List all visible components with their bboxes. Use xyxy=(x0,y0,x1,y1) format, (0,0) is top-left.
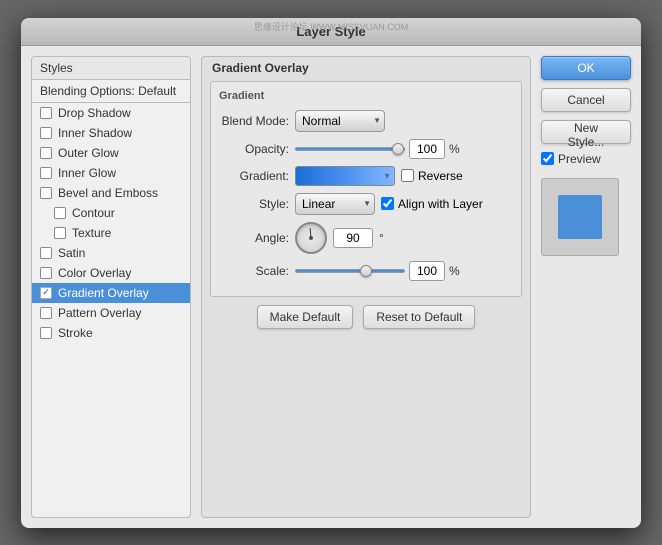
title-bar: 思缘设计论坛 WWW.MISSVUAN.COM Layer Style xyxy=(21,18,641,46)
sidebar-item-satin[interactable]: Satin xyxy=(32,243,190,263)
scale-slider-container: % xyxy=(295,261,460,281)
contour-checkbox[interactable] xyxy=(54,207,66,219)
angle-label: Angle: xyxy=(219,231,289,245)
sidebar-item-inner-glow[interactable]: Inner Glow xyxy=(32,163,190,183)
gradient-row: Gradient: Reverse xyxy=(219,166,513,186)
angle-dial[interactable] xyxy=(295,222,327,254)
blending-options-item[interactable]: Blending Options: Default xyxy=(32,80,190,103)
subsection-title: Gradient xyxy=(219,90,513,102)
preview-box xyxy=(541,178,619,256)
sidebar-item-texture[interactable]: Texture xyxy=(32,223,190,243)
window-body: Styles Blending Options: Default Drop Sh… xyxy=(21,46,641,528)
satin-label: Satin xyxy=(58,246,85,260)
blend-mode-select[interactable]: Normal Dissolve Multiply Screen Overlay xyxy=(295,110,385,132)
reverse-label: Reverse xyxy=(418,169,463,183)
pattern-overlay-checkbox[interactable] xyxy=(40,307,52,319)
sidebar-item-stroke[interactable]: Stroke xyxy=(32,323,190,343)
preview-swatch xyxy=(558,195,602,239)
opacity-slider[interactable] xyxy=(295,147,405,151)
stroke-label: Stroke xyxy=(58,326,93,340)
bottom-buttons-row: Make Default Reset to Default xyxy=(202,305,530,329)
ok-button[interactable]: OK xyxy=(541,56,631,80)
preview-checkbox[interactable] xyxy=(541,152,554,165)
gradient-overlay-section: Gradient Overlay Gradient Blend Mode: No… xyxy=(201,56,531,518)
style-select-wrapper: Linear Radial Angle Reflected Diamond xyxy=(295,193,375,215)
bevel-emboss-label: Bevel and Emboss xyxy=(58,186,158,200)
styles-header: Styles xyxy=(32,57,190,80)
style-select[interactable]: Linear Radial Angle Reflected Diamond xyxy=(295,193,375,215)
angle-value-input[interactable] xyxy=(333,228,373,248)
opacity-row: Opacity: % xyxy=(219,139,513,159)
preview-text: Preview xyxy=(558,152,601,166)
sidebar-item-inner-shadow[interactable]: Inner Shadow xyxy=(32,123,190,143)
opacity-label: Opacity: xyxy=(219,142,289,156)
blend-mode-select-wrapper: Normal Dissolve Multiply Screen Overlay xyxy=(295,110,385,132)
angle-needle xyxy=(310,227,312,237)
inner-glow-checkbox[interactable] xyxy=(40,167,52,179)
sidebar-item-pattern-overlay[interactable]: Pattern Overlay xyxy=(32,303,190,323)
scale-unit: % xyxy=(449,264,460,278)
align-with-layer-checkbox[interactable] xyxy=(381,197,394,210)
stroke-checkbox[interactable] xyxy=(40,327,52,339)
outer-glow-label: Outer Glow xyxy=(58,146,119,160)
scale-row: Scale: % xyxy=(219,261,513,281)
blend-mode-label: Blend Mode: xyxy=(219,114,289,128)
sidebar-item-outer-glow[interactable]: Outer Glow xyxy=(32,143,190,163)
drop-shadow-checkbox[interactable] xyxy=(40,107,52,119)
align-label: Align with Layer xyxy=(398,197,483,211)
gradient-picker[interactable] xyxy=(295,166,395,186)
angle-unit: ° xyxy=(379,231,384,245)
sidebar-item-color-overlay[interactable]: Color Overlay xyxy=(32,263,190,283)
outer-glow-checkbox[interactable] xyxy=(40,147,52,159)
opacity-slider-container: % xyxy=(295,139,460,159)
angle-row: Angle: ° xyxy=(219,222,513,254)
gradient-overlay-label: Gradient Overlay xyxy=(58,286,149,300)
watermark: 思缘设计论坛 WWW.MISSVUAN.COM xyxy=(254,20,409,33)
style-label: Style: xyxy=(219,197,289,211)
sidebar-item-contour[interactable]: Contour xyxy=(32,203,190,223)
inner-shadow-checkbox[interactable] xyxy=(40,127,52,139)
reverse-check-label[interactable]: Reverse xyxy=(401,169,463,183)
sidebar-item-drop-shadow[interactable]: Drop Shadow xyxy=(32,103,190,123)
scale-value-input[interactable] xyxy=(409,261,445,281)
inner-glow-label: Inner Glow xyxy=(58,166,116,180)
reset-default-button[interactable]: Reset to Default xyxy=(363,305,475,329)
gradient-subsection: Gradient Blend Mode: Normal Dissolve Mul… xyxy=(210,81,522,297)
opacity-unit: % xyxy=(449,142,460,156)
contour-label: Contour xyxy=(72,206,115,220)
cancel-button[interactable]: Cancel xyxy=(541,88,631,112)
left-panel: Styles Blending Options: Default Drop Sh… xyxy=(31,56,191,518)
sidebar-item-gradient-overlay[interactable]: Gradient Overlay xyxy=(32,283,190,303)
color-overlay-label: Color Overlay xyxy=(58,266,131,280)
scale-label: Scale: xyxy=(219,264,289,278)
sidebar-item-bevel-emboss[interactable]: Bevel and Emboss xyxy=(32,183,190,203)
blend-mode-row: Blend Mode: Normal Dissolve Multiply Scr… xyxy=(219,110,513,132)
bevel-emboss-checkbox[interactable] xyxy=(40,187,52,199)
opacity-value-input[interactable] xyxy=(409,139,445,159)
layer-style-window: 思缘设计论坛 WWW.MISSVUAN.COM Layer Style Styl… xyxy=(21,18,641,528)
section-title: Gradient Overlay xyxy=(202,57,530,79)
pattern-overlay-label: Pattern Overlay xyxy=(58,306,141,320)
texture-label: Texture xyxy=(72,226,111,240)
new-style-button[interactable]: New Style... xyxy=(541,120,631,144)
gradient-label: Gradient: xyxy=(219,169,289,183)
right-panel: OK Cancel New Style... Preview xyxy=(541,56,631,518)
style-row: Style: Linear Radial Angle Reflected Dia… xyxy=(219,193,513,215)
reverse-checkbox[interactable] xyxy=(401,169,414,182)
make-default-button[interactable]: Make Default xyxy=(257,305,354,329)
inner-shadow-label: Inner Shadow xyxy=(58,126,132,140)
gradient-overlay-checkbox[interactable] xyxy=(40,287,52,299)
color-overlay-checkbox[interactable] xyxy=(40,267,52,279)
scale-slider[interactable] xyxy=(295,269,405,273)
texture-checkbox[interactable] xyxy=(54,227,66,239)
drop-shadow-label: Drop Shadow xyxy=(58,106,131,120)
satin-checkbox[interactable] xyxy=(40,247,52,259)
main-panel: Gradient Overlay Gradient Blend Mode: No… xyxy=(201,56,531,518)
preview-label[interactable]: Preview xyxy=(541,152,631,166)
align-with-layer-label[interactable]: Align with Layer xyxy=(381,197,483,211)
